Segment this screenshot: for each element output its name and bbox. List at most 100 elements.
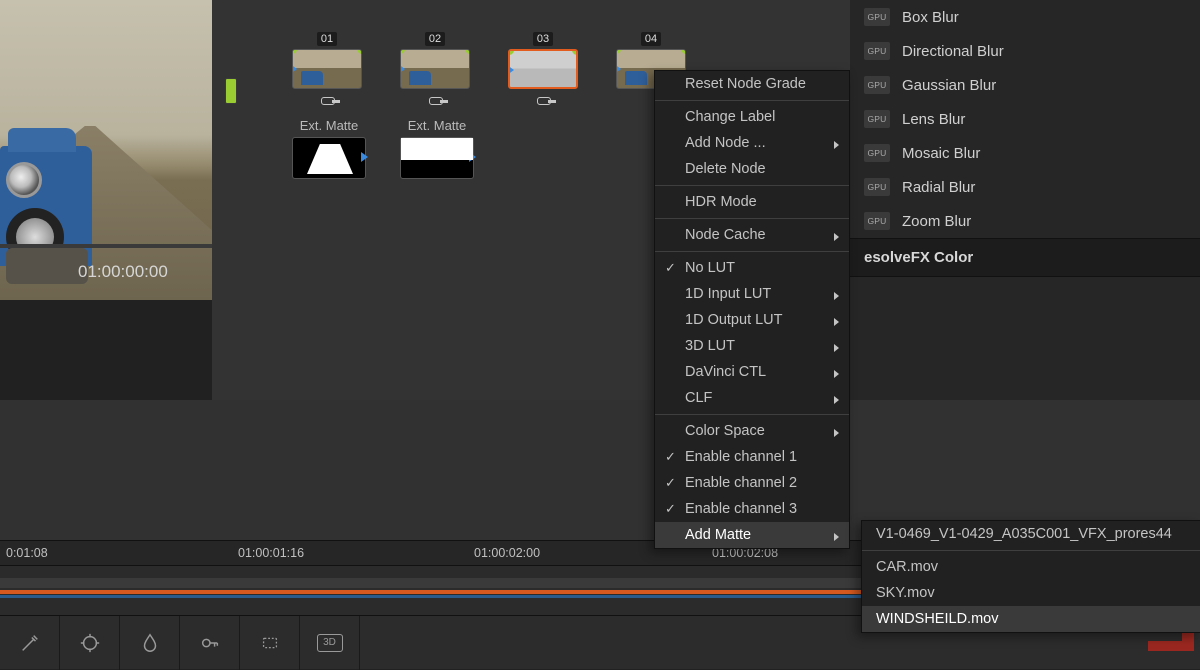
fx-gaussian-blur[interactable]: GPU Gaussian Blur: [850, 68, 1200, 102]
node-02[interactable]: 02: [400, 32, 470, 89]
fx-zoom-blur[interactable]: GPU Zoom Blur: [850, 204, 1200, 238]
ctx-color-space[interactable]: Color Space: [655, 418, 849, 444]
gpu-badge-icon: GPU: [864, 110, 890, 128]
fx-lens-blur[interactable]: GPU Lens Blur: [850, 102, 1200, 136]
ctx-clf[interactable]: CLF: [655, 385, 849, 411]
ruler-tick: 01:00:01:16: [238, 546, 304, 560]
submenu-clip-vfx[interactable]: V1-0469_V1-0429_A035C001_VFX_prores44: [862, 521, 1200, 547]
fx-label: Lens Blur: [902, 111, 965, 128]
3d-button[interactable]: 3D: [300, 616, 360, 670]
conn-triangle-icon: [616, 64, 621, 74]
key-icon: [537, 97, 551, 105]
conn-dot-icon: [681, 49, 686, 54]
node-thumb[interactable]: [292, 49, 362, 89]
matte-thumb[interactable]: [400, 137, 474, 179]
submenu-sky[interactable]: SKY.mov: [862, 580, 1200, 606]
ctx-hdr-mode[interactable]: HDR Mode: [655, 189, 849, 215]
gpu-badge-icon: GPU: [864, 76, 890, 94]
ctx-reset-node-grade[interactable]: Reset Node Grade: [655, 71, 849, 97]
fx-label: Gaussian Blur: [902, 77, 996, 94]
ctx-enable-ch2[interactable]: Enable channel 2: [655, 470, 849, 496]
fx-category-header[interactable]: esolveFX Color: [850, 238, 1200, 277]
ext-matte-1[interactable]: Ext. Matte: [292, 118, 366, 179]
node-label: 01: [317, 32, 337, 46]
node-label: 03: [533, 32, 553, 46]
separator: [655, 251, 849, 252]
submenu-car[interactable]: CAR.mov: [862, 554, 1200, 580]
ctx-1d-input-lut[interactable]: 1D Input LUT: [655, 281, 849, 307]
ctx-add-matte[interactable]: Add Matte: [655, 522, 849, 548]
crop-button[interactable]: [240, 616, 300, 670]
3d-badge-icon: 3D: [317, 634, 343, 652]
fx-label: Directional Blur: [902, 43, 1004, 60]
target-button[interactable]: [60, 616, 120, 670]
drop-button[interactable]: [120, 616, 180, 670]
fx-mosaic-blur[interactable]: GPU Mosaic Blur: [850, 136, 1200, 170]
separator: [862, 550, 1200, 551]
separator: [655, 414, 849, 415]
ctx-delete-node[interactable]: Delete Node: [655, 156, 849, 182]
separator: [655, 100, 849, 101]
ctx-1d-output-lut[interactable]: 1D Output LUT: [655, 307, 849, 333]
submenu-windsheild[interactable]: WINDSHEILD.mov: [862, 606, 1200, 632]
fx-radial-blur[interactable]: GPU Radial Blur: [850, 170, 1200, 204]
fx-label: Mosaic Blur: [902, 145, 980, 162]
gpu-badge-icon: GPU: [864, 178, 890, 196]
gpu-badge-icon: GPU: [864, 8, 890, 26]
fx-list: GPU Box Blur GPU Directional Blur GPU Ga…: [850, 0, 1200, 238]
ctx-change-label[interactable]: Change Label: [655, 104, 849, 130]
conn-triangle-icon: [292, 64, 297, 74]
viewer-image[interactable]: [0, 0, 212, 300]
node-thumb[interactable]: [400, 49, 470, 89]
matte-label: Ext. Matte: [400, 118, 474, 133]
fx-label: Radial Blur: [902, 179, 975, 196]
gpu-badge-icon: GPU: [864, 144, 890, 162]
node-label: 02: [425, 32, 445, 46]
conn-dot-icon: [616, 49, 621, 54]
ctx-node-cache[interactable]: Node Cache: [655, 222, 849, 248]
ctx-no-lut[interactable]: No LUT: [655, 255, 849, 281]
node-label: 04: [641, 32, 661, 46]
fx-label: Box Blur: [902, 9, 959, 26]
conn-triangle-icon: [469, 152, 476, 162]
ctx-enable-ch1[interactable]: Enable channel 1: [655, 444, 849, 470]
car-icon: [625, 71, 647, 85]
viewer-timecode: 01:00:00:00: [78, 262, 168, 282]
viewer-car: [0, 146, 92, 266]
key-button[interactable]: [180, 616, 240, 670]
scrub-bar[interactable]: [0, 244, 212, 248]
eyedropper-button[interactable]: [0, 616, 60, 670]
node-03[interactable]: 03: [508, 32, 578, 89]
matte-thumb[interactable]: [292, 137, 366, 179]
conn-dot-icon: [572, 49, 578, 55]
conn-triangle-icon: [508, 65, 514, 75]
ruler-tick: 0:01:08: [6, 546, 48, 560]
ctx-add-node[interactable]: Add Node ...: [655, 130, 849, 156]
matte-row: Ext. Matte Ext. Matte: [292, 118, 474, 179]
node-01[interactable]: 01: [292, 32, 362, 89]
ctx-3d-lut[interactable]: 3D LUT: [655, 333, 849, 359]
fx-box-blur[interactable]: GPU Box Blur: [850, 0, 1200, 34]
timeline-bg: [0, 400, 1200, 540]
node-thumb-selected[interactable]: [508, 49, 578, 89]
add-matte-submenu: V1-0469_V1-0429_A035C001_VFX_prores44 CA…: [861, 520, 1200, 633]
key-icon: [429, 97, 443, 105]
car-icon: [409, 71, 431, 85]
matte-label: Ext. Matte: [292, 118, 366, 133]
source-indicator-icon[interactable]: [225, 78, 237, 104]
conn-triangle-icon: [361, 152, 368, 162]
context-menu: Reset Node Grade Change Label Add Node .…: [654, 70, 850, 549]
fx-label: Zoom Blur: [902, 213, 971, 230]
conn-dot-icon: [508, 49, 514, 55]
conn-dot-icon: [292, 49, 297, 54]
ctx-enable-ch3[interactable]: Enable channel 3: [655, 496, 849, 522]
fx-directional-blur[interactable]: GPU Directional Blur: [850, 34, 1200, 68]
car-icon: [301, 71, 323, 85]
effects-panel: GPU Box Blur GPU Directional Blur GPU Ga…: [850, 0, 1200, 400]
ext-matte-2[interactable]: Ext. Matte: [400, 118, 474, 179]
node-row: 01 02 03: [292, 32, 686, 89]
ctx-davinci-ctl[interactable]: DaVinci CTL: [655, 359, 849, 385]
headlight-icon: [6, 162, 42, 198]
key-icon: [321, 97, 335, 105]
conn-dot-icon: [465, 49, 470, 54]
